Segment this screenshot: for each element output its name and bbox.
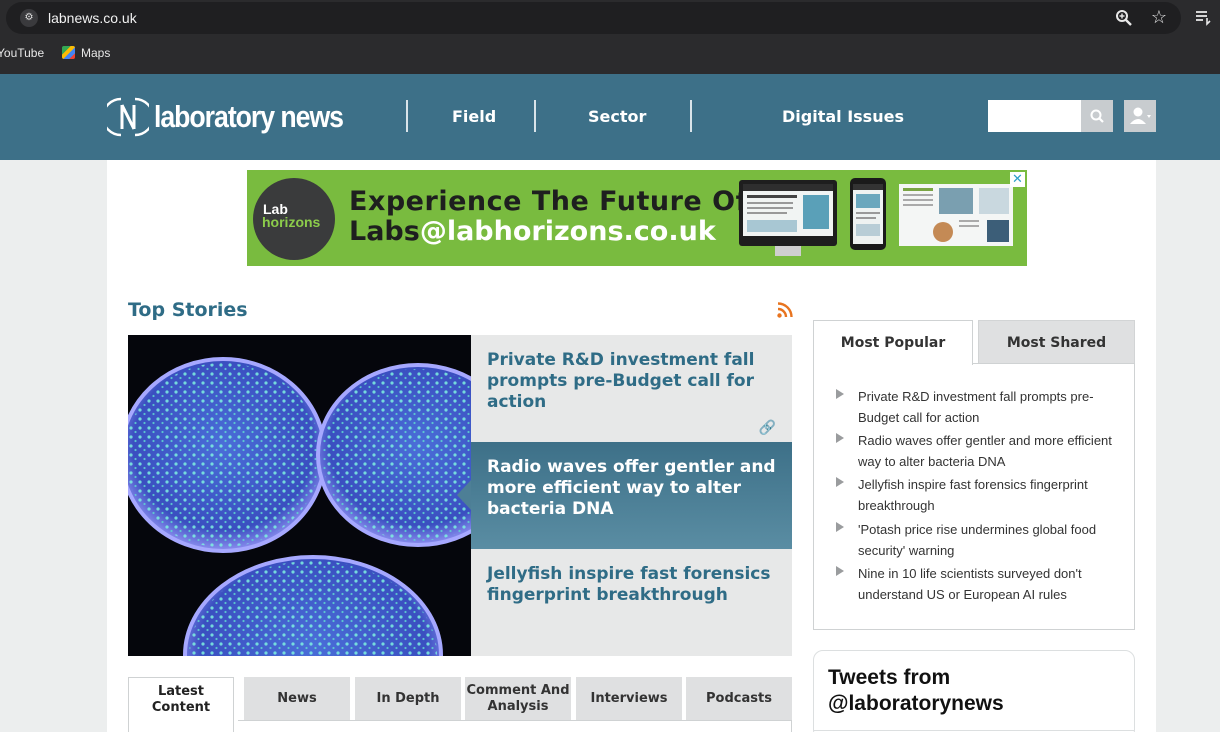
bookmark-maps[interactable]: Maps [62, 46, 110, 60]
tab-in-depth[interactable]: In Depth [355, 677, 461, 721]
monitor-illustration [739, 180, 837, 246]
popular-item-text: Radio waves offer gentler and more effic… [858, 433, 1112, 469]
story-item-active[interactable]: Radio waves offer gentler and more effic… [457, 442, 792, 549]
page-content: Lab horizons Experience The Future Of La… [107, 160, 1156, 732]
banner-headline-handle: @labhorizons.co.uk [419, 216, 716, 247]
search-button[interactable] [1081, 100, 1113, 132]
nav-divider [406, 100, 408, 132]
petri-dish-image [128, 335, 471, 656]
labhorizons-logo: Lab horizons [253, 178, 335, 260]
active-story-pointer [457, 480, 471, 510]
monitor-stand [775, 246, 801, 256]
nav-digital-issues[interactable]: Digital Issues [782, 107, 904, 126]
zoom-icon[interactable] [1115, 9, 1133, 27]
bullet-arrow-icon [836, 522, 844, 532]
content-tabs: Latest Content News In Depth Comment And… [128, 677, 792, 732]
story-title: Private R&D investment fall prompts pre-… [487, 350, 755, 412]
popular-item-text: Jellyfish inspire fast forensics fingerp… [858, 477, 1088, 513]
nav-divider [690, 100, 692, 132]
nav-field[interactable]: Field [452, 107, 496, 126]
magazine-illustration [899, 184, 1013, 246]
site-header: laboratory news Field Sector Digital Iss… [0, 74, 1220, 160]
site-settings-icon[interactable]: ⚙ [20, 9, 38, 27]
bullet-arrow-icon [836, 389, 844, 399]
top-stories-title: Top Stories [128, 299, 248, 321]
tweets-title[interactable]: Tweets from @laboratorynews [828, 665, 1118, 717]
tab-news[interactable]: News [244, 677, 350, 721]
tab-podcasts[interactable]: Podcasts [686, 677, 792, 721]
story-item[interactable]: Jellyfish inspire fast forensics fingerp… [471, 549, 792, 656]
ad-close-icon[interactable]: ✕ [1010, 172, 1025, 187]
logo-mark-icon [107, 97, 149, 137]
nav-divider [534, 100, 536, 132]
banner-headline-line1: Experience The Future Of [349, 186, 748, 217]
bullet-arrow-icon [836, 433, 844, 443]
bullet-arrow-icon [836, 566, 844, 576]
browser-chrome: ⚙ labnews.co.uk ☆ YouTube Maps [0, 0, 1220, 74]
popular-item-text: Private R&D investment fall prompts pre-… [858, 389, 1094, 425]
tab-most-popular[interactable]: Most Popular [813, 320, 973, 365]
user-icon [1130, 107, 1151, 124]
link-icon: 🔗 [758, 419, 776, 435]
bullet-arrow-icon [836, 477, 844, 487]
popular-item-text: Nine in 10 life scientists surveyed don'… [858, 566, 1082, 602]
banner-headline-line2: Labs@labhorizons.co.uk [349, 216, 716, 247]
bookmark-star-icon[interactable]: ☆ [1151, 8, 1167, 26]
tweets-divider [814, 730, 1134, 731]
phone-illustration [850, 178, 886, 250]
tab-latest-content[interactable]: Latest Content [128, 677, 234, 732]
bookmark-youtube[interactable]: YouTube [0, 46, 44, 60]
ad-banner[interactable]: Lab horizons Experience The Future Of La… [247, 170, 1027, 266]
search-input[interactable] [988, 100, 1082, 132]
tab-most-shared[interactable]: Most Shared [978, 320, 1135, 364]
search-icon [1090, 109, 1104, 123]
popular-item-text: 'Potash price rise undermines global foo… [858, 522, 1097, 558]
tab-interviews[interactable]: Interviews [576, 677, 682, 721]
bookmark-maps-label: Maps [81, 46, 111, 60]
banner-logo-line2: horizons [262, 214, 321, 230]
story-title: Radio waves offer gentler and more effic… [487, 457, 776, 519]
popular-list: Private R&D investment fall prompts pre-… [813, 363, 1135, 630]
story-item[interactable]: Private R&D investment fall prompts pre-… [471, 335, 792, 442]
maps-icon [62, 46, 75, 59]
tab-border [791, 720, 792, 732]
user-account-button[interactable] [1124, 100, 1156, 132]
tab-comment-and-analysis[interactable]: Comment And Analysis [465, 677, 571, 721]
address-bar[interactable]: ⚙ labnews.co.uk ☆ [6, 2, 1181, 34]
banner-headline-labs: Labs [349, 216, 420, 247]
reading-list-icon[interactable] [1194, 8, 1212, 26]
hero-image[interactable] [128, 335, 471, 656]
logo-text: laboratory news [154, 99, 344, 134]
nav-sector[interactable]: Sector [588, 107, 646, 126]
story-title: Jellyfish inspire fast forensics fingerp… [487, 564, 771, 605]
popular-panel: Most Popular Most Shared Private R&D inv… [813, 320, 1135, 630]
site-logo[interactable]: laboratory news [107, 95, 374, 139]
tweets-widget: Tweets from @laboratorynews [813, 650, 1135, 732]
rss-icon[interactable] [776, 301, 794, 319]
url-text[interactable]: labnews.co.uk [48, 10, 137, 26]
tab-underline [238, 720, 792, 721]
